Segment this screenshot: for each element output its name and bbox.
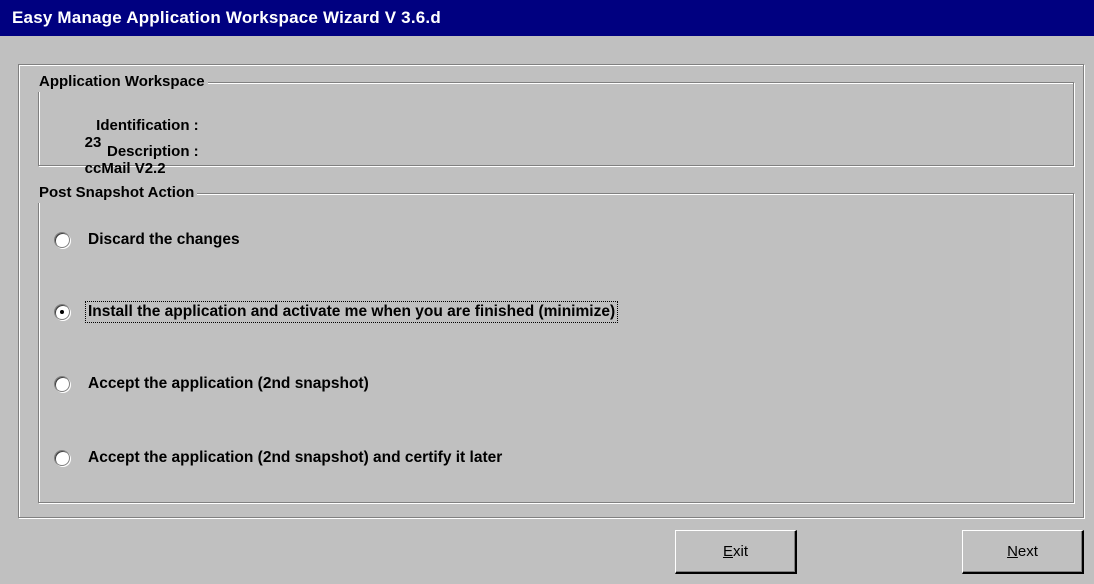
option-label[interactable]: Accept the application (2nd snapshot) an… xyxy=(86,448,504,468)
title-bar[interactable]: Easy Manage Application Workspace Wizard… xyxy=(0,0,1094,36)
window-title: Easy Manage Application Workspace Wizard… xyxy=(12,8,441,27)
next-button[interactable]: Next xyxy=(962,530,1084,574)
radio-button[interactable] xyxy=(54,450,70,466)
description-value: ccMail V2.2 xyxy=(84,160,166,177)
exit-label-rest: xit xyxy=(733,543,748,560)
option-accept-and-certify-later[interactable]: Accept the application (2nd snapshot) an… xyxy=(54,446,504,470)
option-label[interactable]: Accept the application (2nd snapshot) xyxy=(86,374,371,394)
description-label: Description : xyxy=(106,143,199,160)
next-label-rest: ext xyxy=(1017,543,1038,560)
post-snapshot-action-legend: Post Snapshot Action xyxy=(37,183,198,203)
exit-button[interactable]: Exit xyxy=(675,530,797,574)
option-install-and-activate[interactable]: Install the application and activate me … xyxy=(54,300,619,324)
option-accept-application[interactable]: Accept the application (2nd snapshot) xyxy=(54,372,371,396)
radio-button[interactable] xyxy=(54,232,70,248)
option-discard-changes[interactable]: Discard the changes xyxy=(54,228,242,252)
application-workspace-legend: Application Workspace xyxy=(37,72,208,92)
next-mnemonic: N xyxy=(1007,543,1018,560)
option-label[interactable]: Discard the changes xyxy=(86,230,242,250)
exit-mnemonic: E xyxy=(722,543,733,560)
radio-button[interactable] xyxy=(54,376,70,392)
wizard-window: Easy Manage Application Workspace Wizard… xyxy=(0,0,1094,584)
option-label[interactable]: Install the application and activate me … xyxy=(84,301,619,323)
radio-button[interactable] xyxy=(54,304,70,320)
